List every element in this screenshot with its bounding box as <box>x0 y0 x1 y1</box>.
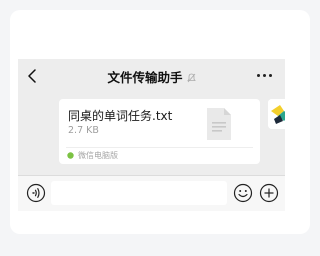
input-bar <box>18 175 285 211</box>
muted-bell-icon <box>186 73 196 83</box>
user-avatar[interactable] <box>268 99 285 129</box>
file-message-card[interactable]: 同桌的单词任务.txt 2.7 KB 微信电脑版 <box>59 99 260 164</box>
document-icon <box>207 108 231 140</box>
plus-icon[interactable] <box>259 183 279 203</box>
message-input[interactable] <box>51 181 227 205</box>
chat-title: 文件传输助手 <box>107 70 183 85</box>
more-dots-icon[interactable] <box>257 74 273 78</box>
file-size: 2.7 KB <box>68 125 99 136</box>
file-name: 同桌的单词任务.txt <box>68 109 173 123</box>
chat-header: 文件传输助手 <box>18 59 285 93</box>
card-divider <box>66 147 253 148</box>
chat-title-wrap: 文件传输助手 <box>18 67 285 86</box>
voice-icon[interactable] <box>26 183 46 203</box>
chat-window: 文件传输助手 同桌的单词任务.txt 2.7 KB 微信电脑版 <box>18 59 285 211</box>
dot <box>263 74 266 77</box>
source-label: 微信电脑版 <box>78 151 118 160</box>
dot <box>269 74 272 77</box>
wechat-pc-icon <box>67 152 74 159</box>
dot <box>257 74 260 77</box>
emoji-icon[interactable] <box>233 183 253 203</box>
